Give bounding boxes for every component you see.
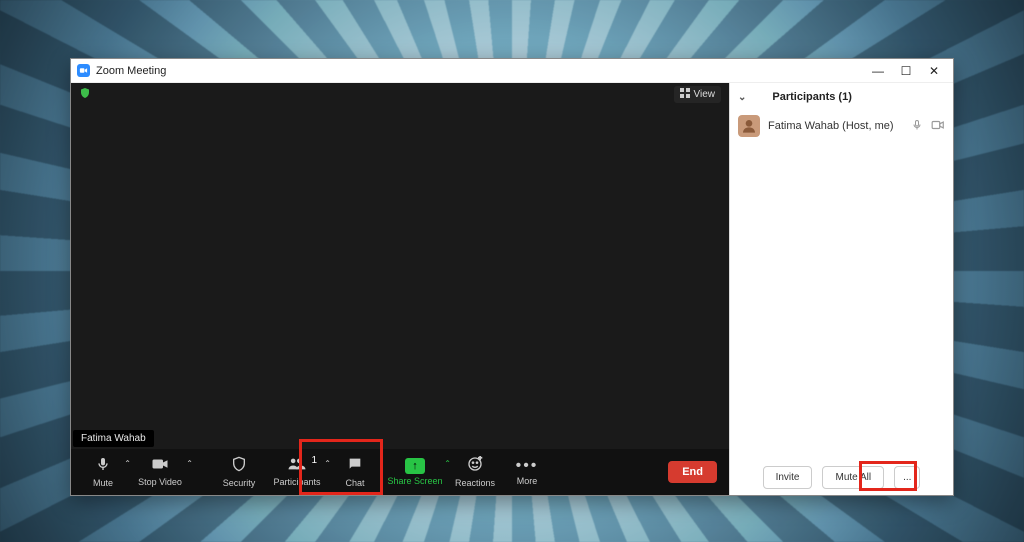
more-button[interactable]: ••• More xyxy=(501,449,553,495)
video-status-icon[interactable] xyxy=(931,119,945,134)
window-title: Zoom Meeting xyxy=(96,65,166,77)
chat-label: Chat xyxy=(345,478,364,488)
maximize-button[interactable]: ☐ xyxy=(899,64,913,78)
more-icon: ••• xyxy=(516,458,539,474)
titlebar: Zoom Meeting — ☐ ✕ xyxy=(71,59,953,83)
encryption-shield-icon[interactable] xyxy=(79,87,91,102)
share-screen-button[interactable]: ↑ Share Screen ⌃ xyxy=(381,449,449,495)
video-canvas xyxy=(71,105,729,449)
mic-status-icon[interactable] xyxy=(911,119,923,134)
chat-button[interactable]: Chat xyxy=(329,449,381,495)
mute-button[interactable]: Mute ⌃ xyxy=(77,449,129,495)
close-button[interactable]: ✕ xyxy=(927,64,941,78)
share-screen-icon: ↑ xyxy=(405,458,425,474)
participants-count: 1 xyxy=(311,455,317,466)
zoom-meeting-window: Zoom Meeting — ☐ ✕ View Fatima Wahab xyxy=(70,58,954,496)
end-button[interactable]: End xyxy=(668,461,717,483)
view-label: View xyxy=(694,89,716,100)
window-controls: — ☐ ✕ xyxy=(871,64,947,78)
security-button[interactable]: Security xyxy=(213,449,265,495)
share-label: Share Screen xyxy=(387,476,442,486)
reactions-label: Reactions xyxy=(455,478,495,488)
invite-button[interactable]: Invite xyxy=(763,466,813,489)
people-icon xyxy=(287,457,307,475)
security-label: Security xyxy=(223,478,256,488)
meeting-toolbar: Mute ⌃ Stop Video ⌃ Security xyxy=(71,449,729,495)
mute-label: Mute xyxy=(93,478,113,488)
chat-icon xyxy=(347,456,363,476)
more-label: More xyxy=(517,476,538,486)
participants-header: Participants (1) xyxy=(772,91,851,103)
participant-row[interactable]: Fatima Wahab (Host, me) xyxy=(730,111,953,141)
svg-text:+: + xyxy=(478,456,482,462)
minimize-button[interactable]: — xyxy=(871,64,885,78)
collapse-panel-chevron-icon[interactable]: ⌄ xyxy=(738,92,746,103)
participants-panel: ⌄ Participants (1) Fatima Wahab (Host, m… xyxy=(729,83,953,495)
shield-icon xyxy=(231,456,247,476)
reactions-button[interactable]: + Reactions xyxy=(449,449,501,495)
grid-icon xyxy=(680,88,690,101)
chevron-up-icon[interactable]: ⌃ xyxy=(186,459,193,468)
stop-video-button[interactable]: Stop Video ⌃ xyxy=(129,449,191,495)
stop-video-label: Stop Video xyxy=(138,477,182,487)
reactions-icon: + xyxy=(467,456,483,476)
camera-icon xyxy=(151,457,169,475)
participants-label: Participants xyxy=(273,477,320,487)
participants-footer: Invite Mute All ... xyxy=(730,459,953,495)
mute-all-button[interactable]: Mute All xyxy=(822,466,884,489)
participant-name: Fatima Wahab (Host, me) xyxy=(768,120,894,132)
view-button[interactable]: View xyxy=(674,86,722,103)
participant-name-overlay: Fatima Wahab xyxy=(73,430,154,447)
zoom-app-icon xyxy=(77,64,90,77)
participants-button[interactable]: 1 Participants ⌃ xyxy=(265,449,329,495)
participants-more-button[interactable]: ... xyxy=(894,466,920,489)
microphone-icon xyxy=(95,456,111,476)
video-area: View Fatima Wahab Mute ⌃ Stop xyxy=(71,83,729,495)
avatar xyxy=(738,115,760,137)
